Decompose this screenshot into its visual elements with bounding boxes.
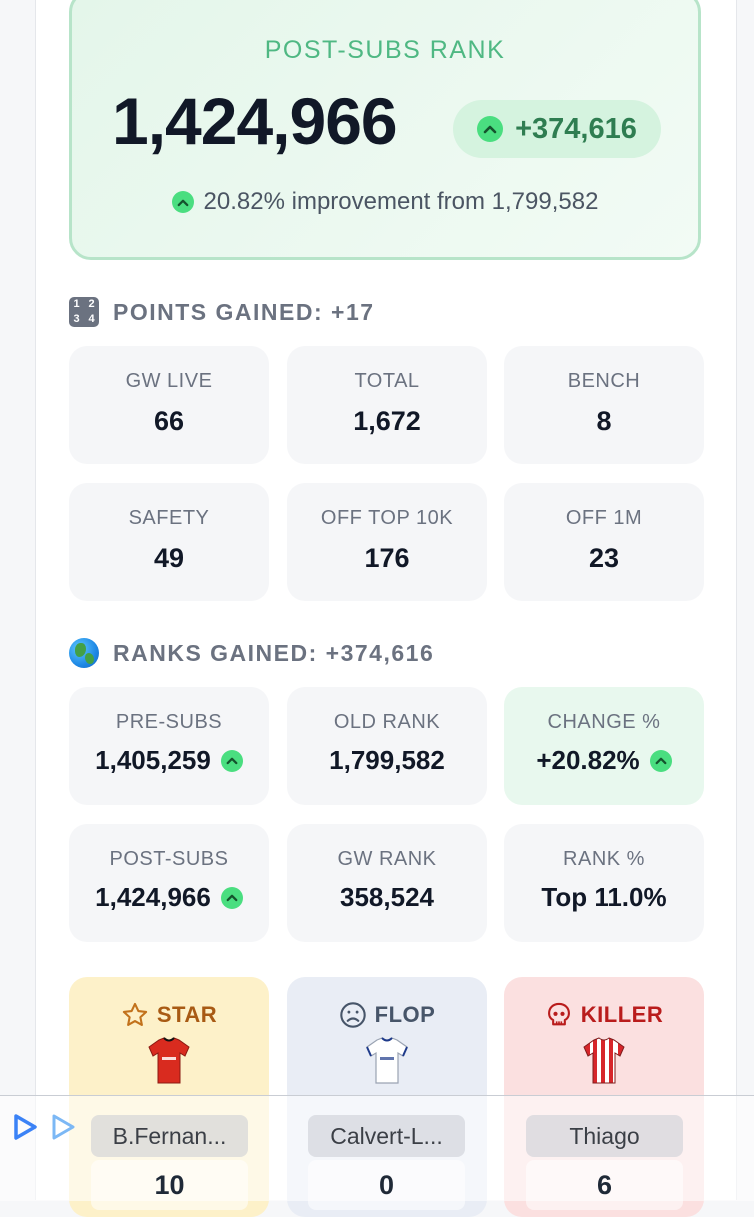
play-outline-icon[interactable] [48, 1112, 78, 1142]
stat-label: OFF 1M [565, 507, 643, 529]
ranks-gained-title: RANKS GAINED: +374,616 [113, 639, 435, 666]
stat-label: PRE-SUBS [115, 711, 223, 733]
stat-label: OFF TOP 10K [320, 507, 454, 529]
stat-label: OLD RANK [333, 711, 441, 733]
stat-value: 49 [153, 543, 185, 573]
stat-card-total: TOTAL 1,672 [287, 346, 487, 464]
hero-rank-value: 1,424,966 [112, 84, 398, 158]
flop-player-points: 0 [308, 1160, 465, 1210]
stat-value: 23 [588, 543, 620, 573]
flop-player-name: Calvert-L... [308, 1115, 465, 1157]
frown-face-icon [339, 1002, 366, 1028]
points-gained-title: POINTS GAINED: +17 [113, 298, 375, 325]
stat-label: CHANGE % [547, 711, 661, 733]
stat-card-rank-pct: RANK % Top 11.0% [504, 824, 704, 942]
improvement-text: 20.82% improvement from 1,799,582 [203, 188, 599, 215]
flop-label: FLOP [374, 1002, 436, 1027]
stat-card-gw-live: GW LIVE 66 [69, 346, 269, 464]
stat-label: GW RANK [337, 848, 437, 870]
stat-value: +20.82% [536, 745, 640, 775]
chevron-up-icon [171, 191, 194, 213]
stat-value: 1,405,259 [95, 745, 211, 775]
points-gained-heading: 1234 POINTS GAINED: +17 [69, 297, 375, 327]
stat-value: 66 [153, 406, 185, 436]
stat-label: BENCH [567, 370, 641, 392]
red-shirt-icon [148, 1037, 190, 1084]
flop-title: FLOP [287, 1001, 487, 1029]
star-title: STAR [69, 1001, 269, 1029]
skull-icon [547, 1002, 570, 1026]
stat-card-bench: BENCH 8 [504, 346, 704, 464]
stat-label: TOTAL [354, 370, 420, 392]
stat-value-row: 1,405,259 [69, 745, 269, 776]
number-keypad-icon: 1234 [69, 297, 99, 327]
improvement-line: 20.82% improvement from 1,799,582 [72, 188, 698, 216]
chevron-up-icon [220, 749, 243, 772]
star-icon [122, 1002, 147, 1026]
hero-label: POST-SUBS RANK [264, 36, 506, 64]
media-controls [10, 1112, 78, 1142]
stat-card-safety: SAFETY 49 [69, 483, 269, 601]
killer-label: KILLER [580, 1002, 664, 1027]
star-player-points: 10 [91, 1160, 248, 1210]
stat-value: 1,799,582 [329, 745, 445, 775]
chevron-up-icon [477, 116, 504, 142]
chevron-up-icon [220, 886, 243, 909]
killer-title: KILLER [504, 1001, 704, 1029]
ranks-gained-heading: RANKS GAINED: +374,616 [69, 638, 434, 668]
stat-label: POST-SUBS [109, 848, 229, 870]
stat-card-post-subs: POST-SUBS 1,424,966 [69, 824, 269, 942]
stat-card-old-rank: OLD RANK 1,799,582 [287, 687, 487, 805]
stat-card-off-top-10k: OFF TOP 10K 176 [287, 483, 487, 601]
stat-value: 358,524 [340, 882, 434, 912]
stat-value: 1,424,966 [95, 882, 211, 912]
play-icon[interactable] [10, 1112, 40, 1142]
killer-player-name: Thiago [526, 1115, 683, 1157]
striped-shirt-icon [583, 1037, 625, 1084]
stat-card-pre-subs: PRE-SUBS 1,405,259 [69, 687, 269, 805]
rank-delta-value: +374,616 [515, 112, 637, 145]
stat-value: 8 [596, 406, 612, 436]
rank-delta-badge: +374,616 [453, 100, 661, 158]
stat-value-row: 1,424,966 [69, 882, 269, 913]
star-player-name: B.Fernan... [91, 1115, 248, 1157]
stat-card-change-pct: CHANGE % +20.82% [504, 687, 704, 805]
white-shirt-icon [366, 1037, 408, 1084]
stat-label: SAFETY [128, 507, 210, 529]
stat-value: 176 [364, 543, 410, 573]
killer-player-points: 6 [526, 1160, 683, 1210]
stat-value: Top 11.0% [541, 882, 667, 912]
star-label: STAR [156, 1002, 218, 1027]
chevron-up-icon [649, 749, 672, 772]
stat-value-row: +20.82% [504, 745, 704, 776]
globe-icon [69, 638, 99, 668]
post-subs-rank-card: POST-SUBS RANK 1,424,966 +374,616 20.82%… [69, 0, 701, 260]
stat-value: 1,672 [353, 406, 421, 436]
stat-label: RANK % [563, 848, 645, 870]
stat-label: GW LIVE [125, 370, 213, 392]
stat-card-off-1m: OFF 1M 23 [504, 483, 704, 601]
stat-card-gw-rank: GW RANK 358,524 [287, 824, 487, 942]
